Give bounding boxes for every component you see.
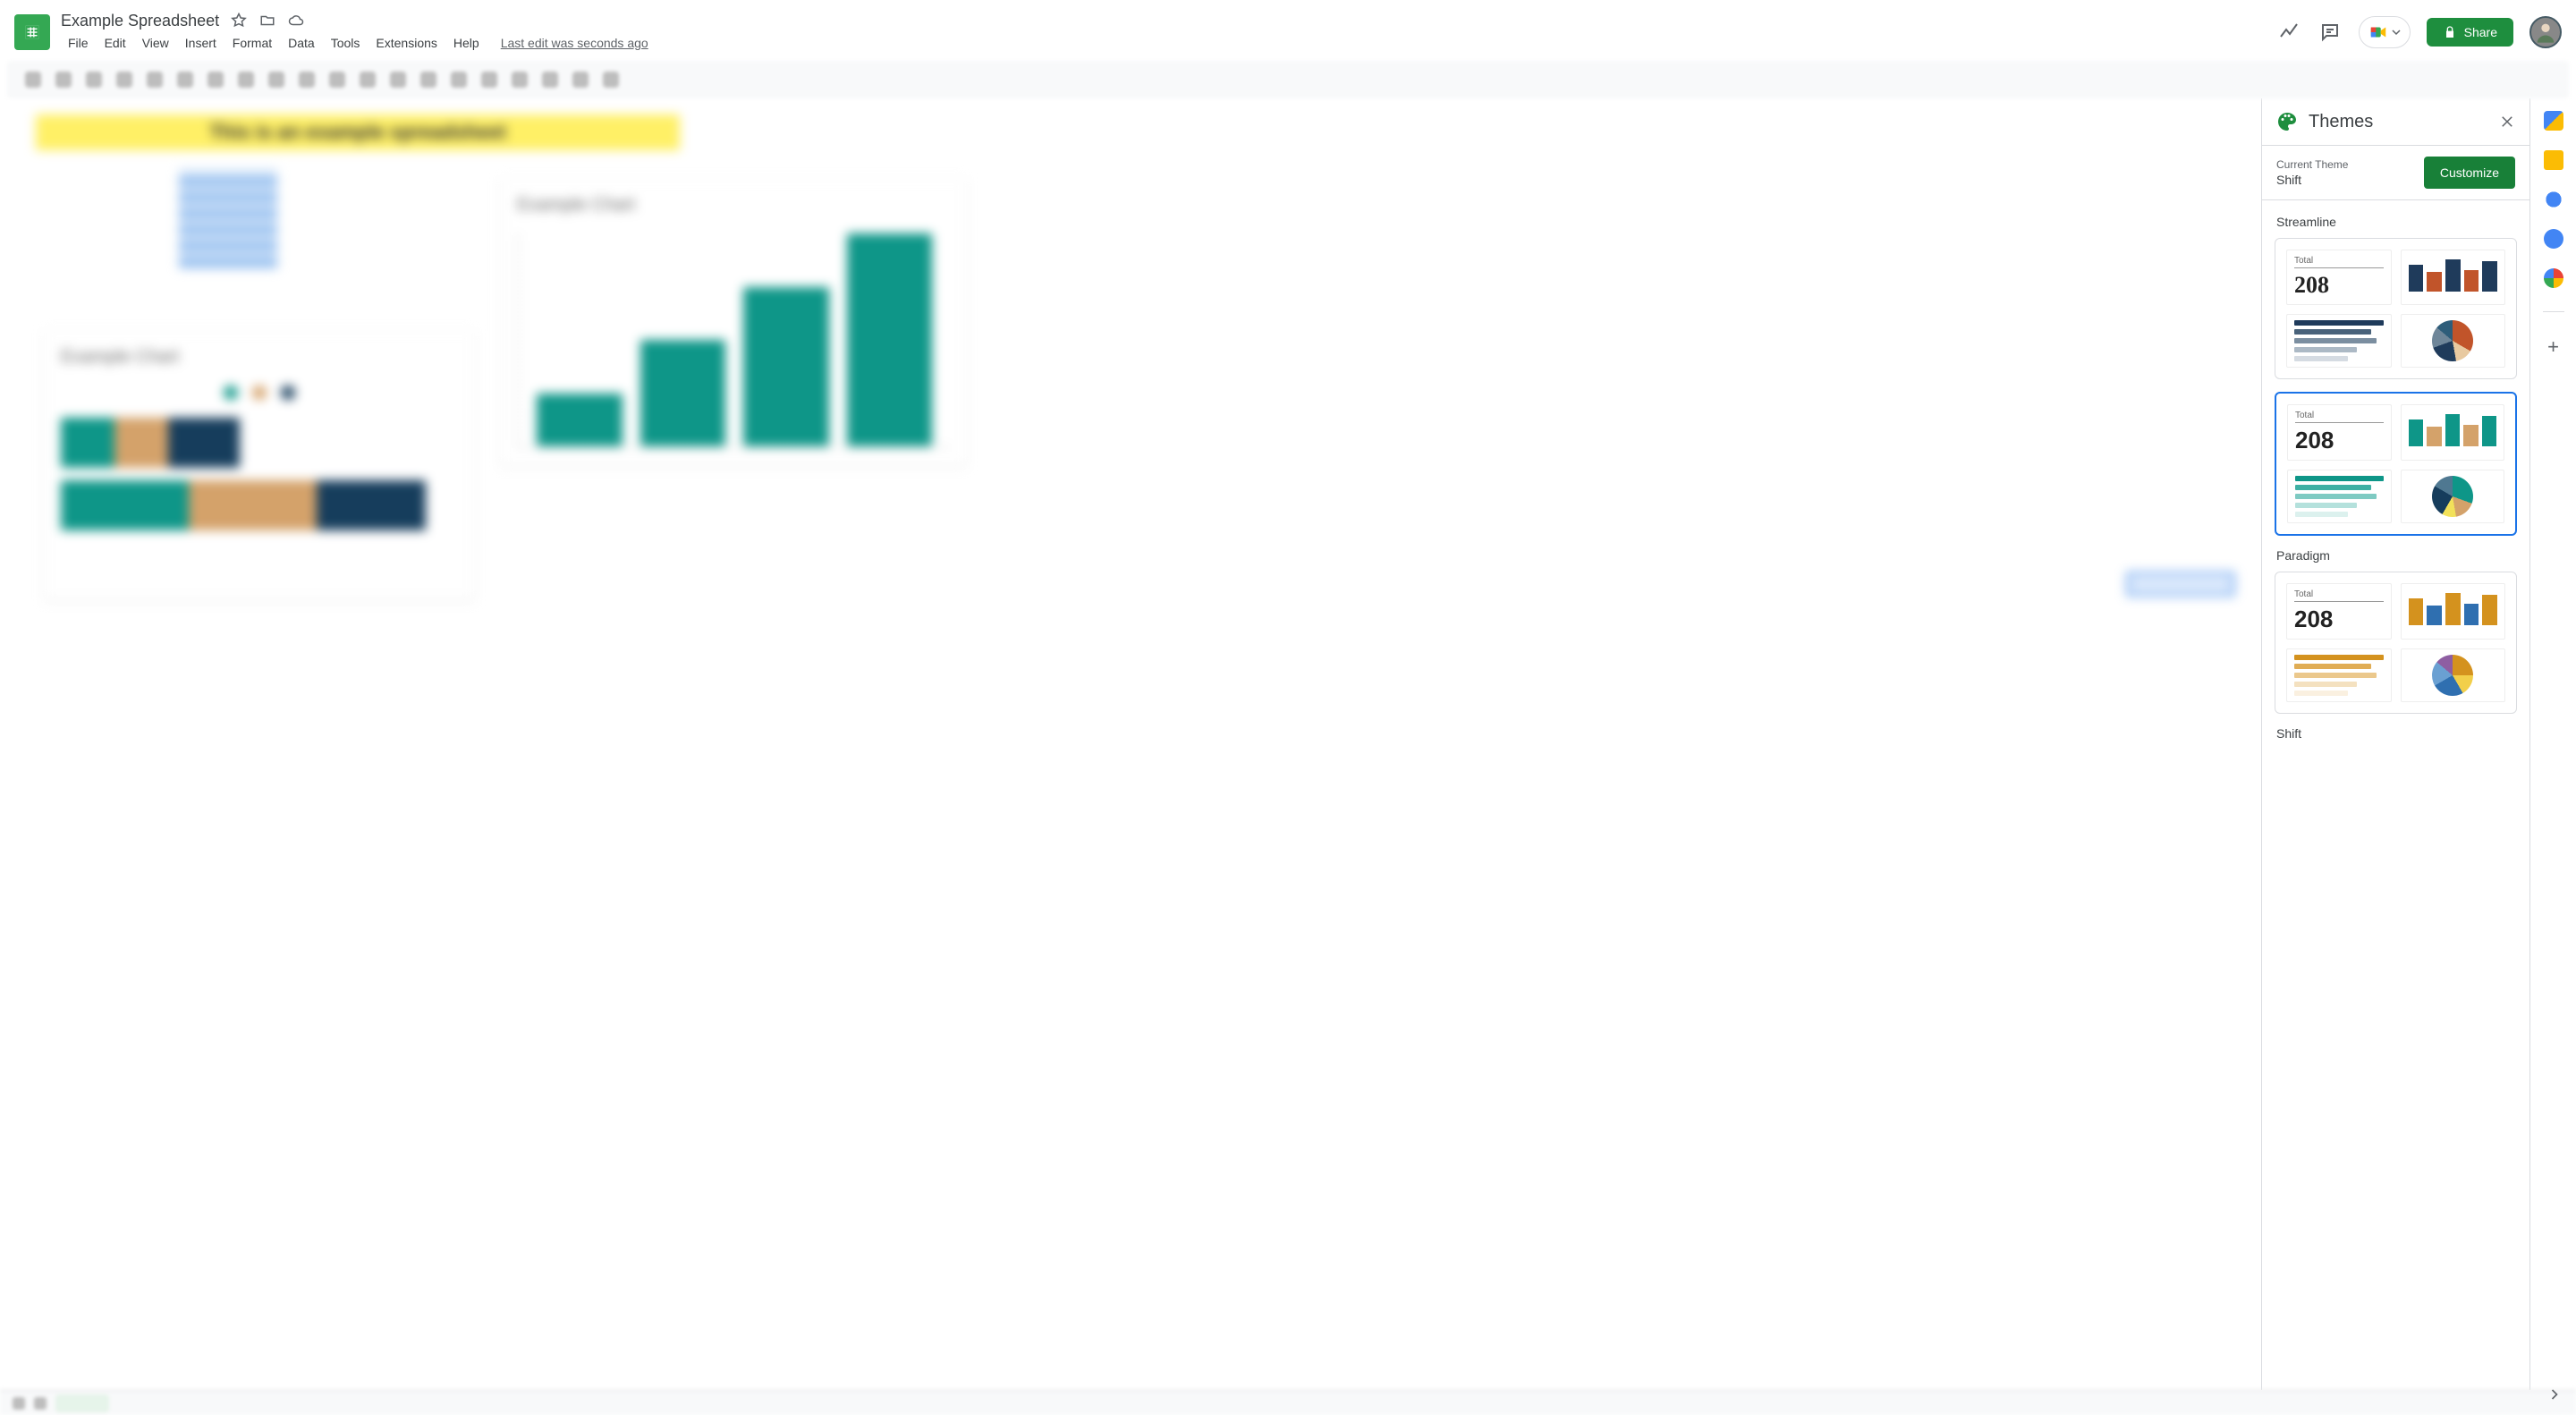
account-avatar[interactable] — [2529, 16, 2562, 48]
show-side-panel-icon[interactable] — [2546, 1385, 2563, 1408]
star-icon[interactable] — [230, 12, 248, 30]
themes-title: Themes — [2309, 112, 2373, 132]
theme-name-label: Paradigm — [2276, 548, 2515, 563]
sheet-tabs-blurred — [0, 1390, 2576, 1415]
toolbar-blurred — [7, 61, 2569, 98]
tasks-app-icon[interactable] — [2544, 190, 2563, 209]
menu-extensions[interactable]: Extensions — [369, 32, 444, 54]
last-edit-link[interactable]: Last edit was seconds ago — [501, 36, 648, 50]
theme-total-label: Total — [2294, 256, 2384, 268]
chart-stacked-bar: Example Chart — [45, 331, 474, 599]
lock-icon — [2443, 25, 2457, 39]
theme-mini-lines — [2294, 320, 2384, 361]
maps-app-icon[interactable] — [2544, 268, 2563, 288]
palette-icon — [2276, 111, 2298, 132]
theme-mini-pie — [2432, 320, 2473, 361]
theme-card-paradigm[interactable]: Total 208 — [2275, 392, 2517, 536]
keep-app-icon[interactable] — [2544, 150, 2563, 170]
theme-total-value: 208 — [2295, 427, 2384, 454]
document-name[interactable]: Example Spreadsheet — [61, 12, 219, 30]
theme-mini-pie — [2432, 655, 2473, 696]
theme-mini-bars — [2409, 589, 2498, 625]
move-icon[interactable] — [258, 12, 276, 30]
data-block-blurred — [179, 170, 277, 268]
meet-button[interactable] — [2359, 16, 2411, 48]
current-theme-name: Shift — [2276, 173, 2348, 187]
theme-card-streamline[interactable]: Total 208 — [2275, 238, 2517, 379]
theme-total-label: Total — [2294, 589, 2384, 602]
themes-list[interactable]: Streamline Total 208 Total 208 Paradigm Total 2… — [2262, 200, 2529, 1390]
themes-panel: Themes Current Theme Shift Customize Str… — [2261, 98, 2529, 1390]
menu-file[interactable]: File — [61, 32, 96, 54]
menu-help[interactable]: Help — [446, 32, 487, 54]
add-app-icon[interactable]: + — [2547, 335, 2559, 359]
theme-name-label: Shift — [2276, 726, 2515, 741]
menu-edit[interactable]: Edit — [97, 32, 133, 54]
sheets-app-icon[interactable] — [14, 14, 50, 50]
current-theme-label: Current Theme — [2276, 158, 2348, 171]
theme-total-value: 208 — [2294, 606, 2384, 633]
theme-total-label: Total — [2295, 411, 2384, 423]
chart2-title: Example Chart — [517, 195, 950, 216]
menu-view[interactable]: View — [135, 32, 176, 54]
menu-data[interactable]: Data — [281, 32, 322, 54]
theme-total-value: 208 — [2294, 272, 2384, 299]
menu-insert[interactable]: Insert — [178, 32, 224, 54]
theme-card-shift[interactable]: Total 208 — [2275, 572, 2517, 714]
customize-button[interactable]: Customize — [2424, 157, 2515, 189]
sheet-tab[interactable] — [55, 1394, 109, 1412]
selection-rect — [2127, 572, 2234, 596]
menu-tools[interactable]: Tools — [324, 32, 368, 54]
calendar-app-icon[interactable] — [2544, 111, 2563, 131]
comments-icon[interactable] — [2318, 20, 2343, 45]
cloud-status-icon[interactable] — [287, 12, 305, 30]
share-label: Share — [2464, 25, 2497, 39]
chart1-title: Example Chart — [61, 347, 458, 368]
chart-column: Example Chart — [501, 179, 966, 465]
title-bar: Example Spreadsheet File Edit View Inser… — [0, 0, 2576, 57]
contacts-app-icon[interactable] — [2544, 229, 2563, 249]
theme-mini-bars — [2409, 411, 2497, 446]
close-icon[interactable] — [2499, 114, 2515, 130]
menu-format[interactable]: Format — [225, 32, 279, 54]
share-button[interactable]: Share — [2427, 18, 2513, 47]
side-panel-rail: + — [2529, 98, 2576, 1390]
theme-name-label: Streamline — [2276, 215, 2515, 229]
banner-blurred: This is an example spreadsheet — [36, 114, 680, 150]
theme-mini-bars — [2409, 256, 2498, 292]
theme-mini-lines — [2295, 476, 2384, 517]
activity-icon[interactable] — [2276, 20, 2301, 45]
theme-mini-pie — [2432, 476, 2473, 517]
spreadsheet-area[interactable]: This is an example spreadsheet Example C… — [0, 98, 2261, 1390]
theme-mini-lines — [2294, 655, 2384, 696]
chevron-down-icon — [2392, 28, 2401, 37]
menu-bar: File Edit View Insert Format Data Tools … — [61, 32, 648, 54]
